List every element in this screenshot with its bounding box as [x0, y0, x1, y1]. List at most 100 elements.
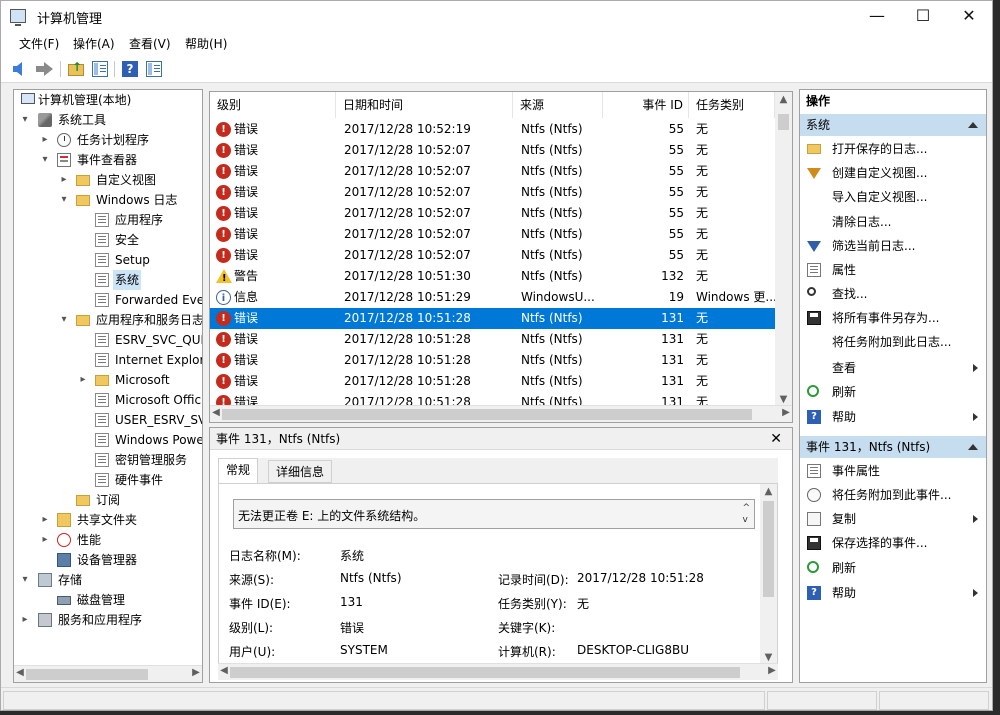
action-help-event[interactable]: ? 帮助	[800, 581, 986, 605]
tree-item-windows-powershell[interactable]: Windows Powe	[14, 430, 202, 450]
tree-item-system-log[interactable]: 系统	[14, 270, 202, 290]
minimize-button[interactable]: —	[854, 1, 900, 31]
column-header-event-id[interactable]: 事件 ID	[603, 92, 689, 118]
scroll-left-icon[interactable]: ◀	[218, 665, 230, 676]
menu-help[interactable]: 帮助(H)	[185, 35, 227, 52]
scroll-up-icon[interactable]: ▲	[760, 486, 777, 497]
column-header-task-category[interactable]: 任务类别	[689, 92, 775, 118]
tree-item-performance[interactable]: ▸ 性能	[14, 530, 202, 550]
chevron-down-icon[interactable]: ▾	[40, 150, 50, 170]
event-row[interactable]: ! 错误 2017/12/28 10:52:07 Ntfs (Ntfs) 55 无	[210, 140, 775, 161]
scroll-up-icon[interactable]: ▲	[775, 94, 792, 105]
chevron-down-icon[interactable]: ▾	[59, 190, 69, 210]
event-row[interactable]: ! 错误 2017/12/28 10:52:07 Ntfs (Ntfs) 55 无	[210, 245, 775, 266]
chevron-right-icon[interactable]: ▸	[40, 510, 50, 530]
tree-item-key-management[interactable]: 密钥管理服务	[14, 450, 202, 470]
tree-item-internet-explorer[interactable]: Internet Explor	[14, 350, 202, 370]
scroll-thumb[interactable]	[778, 114, 789, 130]
tree-item-device-manager[interactable]: 设备管理器	[14, 550, 202, 570]
event-row[interactable]: ! 错误 2017/12/28 10:52:07 Ntfs (Ntfs) 55 无	[210, 161, 775, 182]
scroll-thumb[interactable]	[222, 409, 752, 420]
help-icon[interactable]: ?	[121, 60, 139, 78]
tree-item-windows-logs[interactable]: ▾ Windows 日志	[14, 190, 202, 210]
forward-arrow-icon[interactable]	[36, 60, 54, 78]
tab-details[interactable]: 详细信息	[268, 460, 333, 483]
title-bar[interactable]: 计算机管理 — ☐ ✕	[1, 1, 992, 31]
event-row[interactable]: !错误 2017/12/28 10:51:28 Ntfs (Ntfs) 131 无	[210, 371, 775, 392]
scroll-thumb[interactable]	[26, 669, 148, 680]
tree-item-user-esrv[interactable]: USER_ESRV_SV	[14, 410, 202, 430]
scroll-thumb[interactable]	[763, 501, 774, 597]
event-row[interactable]: ! 错误 2017/12/28 10:52:07 Ntfs (Ntfs) 55 无	[210, 224, 775, 245]
action-view[interactable]: 查看	[800, 356, 986, 380]
tree-item-subscriptions[interactable]: 订阅	[14, 490, 202, 510]
tree-item-services-apps[interactable]: ▸ 服务和应用程序	[14, 610, 202, 630]
menu-view[interactable]: 查看(V)	[129, 35, 171, 52]
action-create-custom-view[interactable]: 创建自定义视图...	[800, 161, 986, 185]
chevron-down-icon[interactable]: ▾	[20, 110, 30, 130]
action-refresh-event[interactable]: 刷新	[800, 556, 986, 580]
scroll-right-icon[interactable]: ▶	[780, 407, 792, 418]
tree-item-root[interactable]: 计算机管理(本地)	[14, 90, 202, 110]
event-row[interactable]: 警告 2017/12/28 10:51:30 Ntfs (Ntfs) 132 无	[210, 266, 775, 287]
actions-section-system[interactable]: 系统	[800, 114, 986, 136]
tree-item-security-log[interactable]: 安全	[14, 230, 202, 250]
tree-item-shared-folders[interactable]: ▸ 共享文件夹	[14, 510, 202, 530]
scroll-thumb[interactable]	[230, 667, 740, 678]
chevron-right-icon[interactable]: ▸	[20, 610, 30, 630]
column-header-source[interactable]: 来源	[513, 92, 603, 118]
tree-item-setup-log[interactable]: Setup	[14, 250, 202, 270]
tree-item-hardware-events[interactable]: 硬件事件	[14, 470, 202, 490]
actions-section-event[interactable]: 事件 131，Ntfs (Ntfs)	[800, 436, 986, 458]
close-icon[interactable]: ✕	[770, 428, 782, 450]
action-event-properties[interactable]: 事件属性	[800, 459, 986, 483]
action-attach-task-to-log[interactable]: 将任务附加到此日志...	[800, 330, 986, 354]
tree-item-esrv-svc[interactable]: ESRV_SVC_QUE	[14, 330, 202, 350]
action-clear-log[interactable]: 清除日志...	[800, 210, 986, 234]
action-copy[interactable]: 复制	[800, 507, 986, 531]
scroll-left-icon[interactable]: ◀	[14, 667, 26, 678]
tab-general[interactable]: 常规	[218, 458, 259, 484]
tree-item-custom-views[interactable]: ▸ 自定义视图	[14, 170, 202, 190]
up-folder-icon[interactable]	[67, 60, 85, 78]
tree-item-forwarded-events[interactable]: Forwarded Eve	[14, 290, 202, 310]
action-save-all-events[interactable]: 将所有事件另存为...	[800, 306, 986, 330]
event-row[interactable]: ! 错误 2017/12/28 10:52:07 Ntfs (Ntfs) 55 无	[210, 182, 775, 203]
tree-item-storage[interactable]: ▾ 存储	[14, 570, 202, 590]
detail-vertical-scrollbar[interactable]: ▲ ▼	[760, 484, 777, 665]
menu-file[interactable]: 文件(F)	[19, 35, 59, 52]
event-row[interactable]: i 信息 2017/12/28 10:51:29 WindowsU... 19 Windo…	[210, 287, 775, 308]
action-import-custom-view[interactable]: 导入自定义视图...	[800, 185, 986, 209]
event-row[interactable]: ! 错误 2017/12/28 10:52:07 Ntfs (Ntfs) 55 无	[210, 203, 775, 224]
chevron-right-icon[interactable]: ▸	[59, 170, 69, 190]
action-properties[interactable]: 属性	[800, 258, 986, 282]
scroll-right-icon[interactable]: ▶	[766, 665, 778, 676]
list-vertical-scrollbar[interactable]: ▲ ▼	[775, 92, 792, 407]
tree-item-event-viewer[interactable]: ▾ 事件查看器	[14, 150, 202, 170]
tree-item-microsoft-office[interactable]: Microsoft Offic	[14, 390, 202, 410]
tree-horizontal-scrollbar[interactable]: ◀ ▶	[14, 665, 202, 682]
action-pane-icon[interactable]	[145, 60, 163, 78]
action-filter-current-log[interactable]: 筛选当前日志...	[800, 234, 986, 258]
tree-item-disk-management[interactable]: 磁盘管理	[14, 590, 202, 610]
chevron-down-icon[interactable]: ▾	[20, 570, 30, 590]
description-scroll-icon[interactable]: ^ v	[742, 502, 750, 526]
tree-item-task-scheduler[interactable]: ▸ 任务计划程序	[14, 130, 202, 150]
tree-item-system-tools[interactable]: ▾ 系统工具	[14, 110, 202, 130]
event-row[interactable]: ! 错误 2017/12/28 10:52:19 Ntfs (Ntfs) 55 无	[210, 119, 775, 140]
tree-item-apps-services-logs[interactable]: ▾ 应用程序和服务日志	[14, 310, 202, 330]
event-description[interactable]: 无法更正卷 E: 上的文件系统结构。 ^ v	[233, 499, 755, 529]
action-open-saved-log[interactable]: 打开保存的日志...	[800, 137, 986, 161]
collapse-icon[interactable]	[968, 444, 978, 450]
close-button[interactable]: ✕	[946, 1, 992, 31]
menu-action[interactable]: 操作(A)	[73, 35, 115, 52]
action-refresh[interactable]: 刷新	[800, 380, 986, 404]
back-arrow-icon[interactable]	[12, 60, 30, 78]
chevron-down-icon[interactable]: ▾	[59, 310, 69, 330]
tree-item-application-log[interactable]: 应用程序	[14, 210, 202, 230]
action-save-selected-events[interactable]: 保存选择的事件...	[800, 531, 986, 555]
detail-horizontal-scrollbar[interactable]: ◀ ▶	[218, 663, 778, 680]
collapse-icon[interactable]	[968, 122, 978, 128]
tree-item-microsoft[interactable]: ▸ Microsoft	[14, 370, 202, 390]
action-help[interactable]: ? 帮助	[800, 405, 986, 429]
